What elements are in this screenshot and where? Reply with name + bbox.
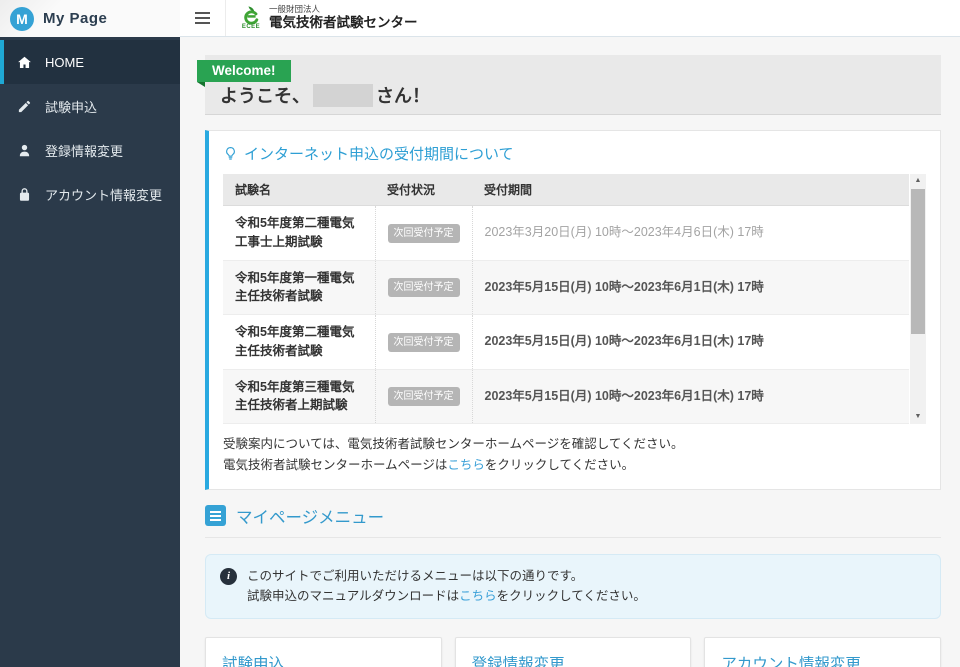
card-title: アカウント情報変更 (721, 655, 861, 667)
panel-notes: 受験案内については、電気技術者試験センターホームページを確認してください。 電気… (223, 434, 926, 477)
greeting-text: ようこそ、 さん！ (220, 82, 926, 108)
exam-name: 令和5年度第二種電気主任技術者試験 (223, 314, 375, 370)
menu-info-box: i このサイトでご利用いただけるメニューは以下の通りです。 試験申込のマニュアル… (205, 553, 941, 619)
sidebar-item-label: HOME (45, 54, 84, 70)
status-badge: 次回受付予定 (387, 278, 460, 298)
info-line-1: このサイトでご利用いただけるメニューは以下の通りです。 (247, 568, 584, 583)
card-profile-change[interactable]: 登録情報変更 ご登録時の連絡先情報などを変更できます。 (454, 636, 692, 667)
sidebar-item-label: アカウント情報変更 (45, 187, 163, 203)
main-content: Welcome! ようこそ、 さん！ インターネット申込の受付期間について 試験… (180, 37, 960, 667)
app-title: My Page (43, 10, 108, 27)
status-badge: 次回受付予定 (387, 223, 460, 243)
status-cell: 次回受付予定 (374, 260, 472, 315)
period-cell: 2023年5月15日(月) 10時～2023年6月1日(木) 17時 (471, 369, 909, 424)
status-cell: 次回受付予定 (374, 314, 472, 370)
exam-name: 令和5年度第一種電気主任技術者試験 (223, 260, 375, 315)
menu-list-icon (205, 505, 226, 526)
lightbulb-icon (226, 146, 235, 160)
col-header-period: 受付期間 (472, 174, 909, 206)
table-scrollbar[interactable]: ▲ ▼ (910, 174, 926, 424)
org-name: 電気技術者試験センター (269, 14, 418, 30)
info-line-2: 試験申込のマニュアルダウンロードはこちらをクリックしてください。 (247, 589, 646, 604)
brand-area: M My Page (0, 0, 180, 37)
lock-icon (17, 187, 32, 202)
table-row: 令和5年度第二種電気主任技術者試験 次回受付予定 2023年5月15日(月) 1… (223, 314, 909, 370)
card-title: 登録情報変更 (471, 655, 565, 667)
pencil-icon (17, 99, 32, 114)
table-row: 令和5年度第三種電気主任技術者上期試験 次回受付予定 2023年5月15日(月)… (223, 369, 909, 424)
sidebar-item-apply[interactable]: 試験申込 (0, 84, 180, 128)
panel-title: インターネット申込の受付期間について (223, 143, 926, 164)
org-subtitle: 一般財団法人 (269, 4, 321, 15)
table-row: 令和5年度第一種電気主任技術者試験 次回受付予定 2023年5月15日(月) 1… (223, 260, 909, 315)
card-account-change[interactable]: アカウント情報変更 ログイン時のログインIDとパスワードを変更できます。 (704, 636, 942, 667)
col-header-exam: 試験名 (223, 174, 375, 206)
section-divider (205, 536, 941, 538)
note-line-1: 受験案内については、電気技術者試験センターホームページを確認してください。 (223, 437, 684, 451)
reception-table: 試験名 受付状況 受付期間 令和5年度第二種電気工事士上期試験 次回受付予定 2… (223, 174, 909, 424)
mypage-logo-icon: M (10, 6, 34, 31)
homepage-link[interactable]: こちら (447, 458, 485, 472)
status-cell: 次回受付予定 (374, 205, 472, 261)
user-icon (17, 143, 32, 158)
period-cell: 2023年5月15日(月) 10時～2023年6月1日(木) 17時 (471, 260, 909, 315)
exam-name: 令和5年度第三種電気主任技術者上期試験 (223, 369, 375, 424)
ecee-label: ECEE (241, 24, 261, 30)
sidebar-item-label: 試験申込 (45, 99, 98, 115)
top-bar: M My Page ECEE 一般財団法人 電気技術者試験センター (0, 0, 960, 37)
info-text: このサイトでご利用いただけるメニューは以下の通りです。 試験申込のマニュアルダウ… (247, 566, 646, 607)
welcome-banner: Welcome! ようこそ、 さん！ (197, 55, 941, 115)
home-icon (17, 55, 32, 70)
sidebar-toggle-icon[interactable] (180, 0, 226, 36)
manual-download-link[interactable]: こちら (459, 589, 497, 603)
note-line-2: 電気技術者試験センターホームページはこちらをクリックしてください。 (223, 458, 635, 473)
card-exam-apply[interactable]: 試験申込 試験の申込や申込内容の確認ができます。 (205, 636, 442, 667)
table-row: 令和5年度第二種電気工事士上期試験 次回受付予定 2023年3月20日(月) 1… (223, 205, 909, 261)
scrollbar-thumb[interactable] (911, 189, 925, 334)
mypage-menu-header: マイページメニュー (205, 504, 941, 528)
col-header-status: 受付状況 (375, 174, 472, 206)
card-title: 試験申込 (222, 655, 285, 667)
user-name-redacted (313, 83, 373, 107)
status-badge: 次回受付予定 (387, 332, 460, 352)
table-header-row: 試験名 受付状況 受付期間 (223, 174, 909, 206)
info-icon: i (220, 567, 237, 585)
sidebar-item-profile[interactable]: 登録情報変更 (0, 128, 180, 172)
page-header: ECEE 一般財団法人 電気技術者試験センター (180, 0, 960, 37)
exam-name: 令和5年度第二種電気工事士上期試験 (223, 205, 375, 261)
sidebar-item-account[interactable]: アカウント情報変更 (0, 172, 180, 216)
scroll-down-icon[interactable]: ▼ (910, 410, 926, 424)
ecee-leaf-icon: ECEE (240, 6, 262, 30)
scroll-up-icon[interactable]: ▲ (910, 174, 926, 188)
welcome-ribbon: Welcome! (197, 60, 291, 87)
reception-table-wrap: 試験名 受付状況 受付期間 令和5年度第二種電気工事士上期試験 次回受付予定 2… (223, 174, 926, 424)
org-logo: ECEE 一般財団法人 電気技術者試験センター (226, 4, 418, 32)
status-cell: 次回受付予定 (374, 369, 472, 424)
reception-period-panel: インターネット申込の受付期間について 試験名 受付状況 受付期間 令和5年度第二… (205, 130, 941, 490)
sidebar-item-home[interactable]: HOME (0, 40, 180, 84)
period-cell: 2023年3月20日(月) 10時～2023年4月6日(木) 17時 (471, 205, 909, 261)
period-cell: 2023年5月15日(月) 10時～2023年6月1日(木) 17時 (471, 314, 909, 370)
mypage-menu-title: マイページメニュー (236, 508, 385, 527)
sidebar-item-label: 登録情報変更 (45, 143, 124, 159)
sidebar-nav: HOME 試験申込 登録情報変更 アカウント情報変更 (0, 37, 180, 667)
menu-cards: 試験申込 試験の申込や申込内容の確認ができます。 登録情報変更 ご登録時の連絡先… (205, 636, 942, 667)
status-badge: 次回受付予定 (387, 387, 460, 407)
